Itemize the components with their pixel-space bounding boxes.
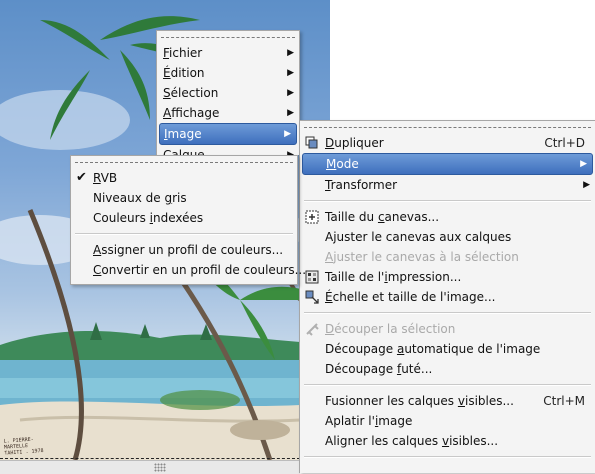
context-menu: Fichier ▶ Édition ▶ Sélection ▶ Affichag… bbox=[156, 30, 300, 155]
canvas-size-icon bbox=[305, 210, 319, 224]
submenu-arrow-icon: ▶ bbox=[287, 108, 294, 118]
status-strip bbox=[0, 460, 300, 474]
menu-item-fichier[interactable]: Fichier ▶ bbox=[157, 43, 299, 63]
submenu-arrow-icon: ▶ bbox=[287, 88, 294, 98]
menu-item-selection[interactable]: Sélection ▶ bbox=[157, 83, 299, 103]
menu-item-decouper-selection[interactable]: Découper la sélection bbox=[300, 319, 595, 339]
menu-item-convertir-profil[interactable]: Convertir en un profil de couleurs... bbox=[71, 260, 306, 280]
shortcut-label: Ctrl+D bbox=[544, 136, 585, 150]
duplicate-icon bbox=[305, 136, 319, 150]
image-submenu: Dupliquer Ctrl+D Mode ▶ Transformer ▶ Ta… bbox=[299, 120, 595, 473]
menu-item-assigner-profil[interactable]: Assigner un profil de couleurs... bbox=[71, 240, 297, 260]
menu-item-image[interactable]: Image ▶ bbox=[159, 123, 297, 145]
scale-image-icon bbox=[305, 290, 319, 304]
menu-item-decoupage-fute[interactable]: Découpage futé... bbox=[300, 359, 595, 379]
submenu-arrow-icon: ▶ bbox=[287, 68, 294, 78]
menu-separator bbox=[304, 384, 591, 386]
tearoff-handle[interactable] bbox=[157, 31, 299, 43]
menu-item-ajuster-calques[interactable]: Ajuster le canevas aux calques bbox=[300, 227, 595, 247]
menu-item-decoupage-auto[interactable]: Découpage automatique de l'image bbox=[300, 339, 595, 359]
menu-item-aligner[interactable]: Aligner les calques visibles... bbox=[300, 431, 595, 451]
menu-separator bbox=[304, 200, 591, 202]
menu-item-fusionner[interactable]: Fusionner les calques visibles... Ctrl+M bbox=[300, 391, 595, 411]
menu-item-couleurs-indexees[interactable]: Couleurs indexées bbox=[71, 208, 297, 228]
menu-item-transformer[interactable]: Transformer ▶ bbox=[300, 175, 595, 195]
print-size-icon bbox=[305, 270, 319, 284]
submenu-arrow-icon: ▶ bbox=[287, 150, 294, 155]
menu-item-aplatir[interactable]: Aplatir l'image bbox=[300, 411, 595, 431]
canvas-boundary bbox=[0, 458, 300, 459]
menu-item-echelle[interactable]: Échelle et taille de l'image... bbox=[300, 287, 595, 307]
menu-separator bbox=[304, 312, 591, 314]
menu-separator bbox=[75, 233, 293, 235]
menu-item-affichage[interactable]: Affichage ▶ bbox=[157, 103, 299, 123]
tearoff-handle[interactable] bbox=[300, 121, 595, 133]
mode-submenu: ✔ RVB Niveaux de gris Couleurs indexées … bbox=[70, 155, 306, 285]
tearoff-handle[interactable] bbox=[71, 156, 297, 168]
menu-item-edition[interactable]: Édition ▶ bbox=[157, 63, 299, 83]
check-icon: ✔ bbox=[76, 170, 87, 185]
menu-item-niveaux-gris[interactable]: Niveaux de gris bbox=[71, 188, 297, 208]
submenu-arrow-icon: ▶ bbox=[287, 48, 294, 58]
menu-item-rvb[interactable]: ✔ RVB bbox=[71, 168, 297, 188]
menu-item-mode[interactable]: Mode ▶ bbox=[302, 153, 593, 175]
menu-item-taille-canevas[interactable]: Taille du canevas... bbox=[300, 207, 595, 227]
menu-item-dupliquer[interactable]: Dupliquer Ctrl+D bbox=[300, 133, 595, 153]
menu-item-ajuster-selection[interactable]: Ajuster le canevas à la sélection bbox=[300, 247, 595, 267]
submenu-arrow-icon: ▶ bbox=[583, 180, 590, 190]
painting-signature: L. PIERRE-MARTELLE TAHITI . 1978 bbox=[3, 436, 44, 457]
shortcut-label: Ctrl+M bbox=[543, 394, 585, 408]
crop-icon bbox=[305, 322, 319, 336]
submenu-arrow-icon: ▶ bbox=[284, 129, 291, 139]
submenu-arrow-icon: ▶ bbox=[580, 159, 587, 169]
menu-separator bbox=[304, 456, 591, 458]
menu-item-taille-impression[interactable]: Taille de l'impression... bbox=[300, 267, 595, 287]
resize-grip[interactable] bbox=[154, 463, 166, 472]
menu-item-calque[interactable]: Calque ▶ bbox=[157, 145, 299, 155]
